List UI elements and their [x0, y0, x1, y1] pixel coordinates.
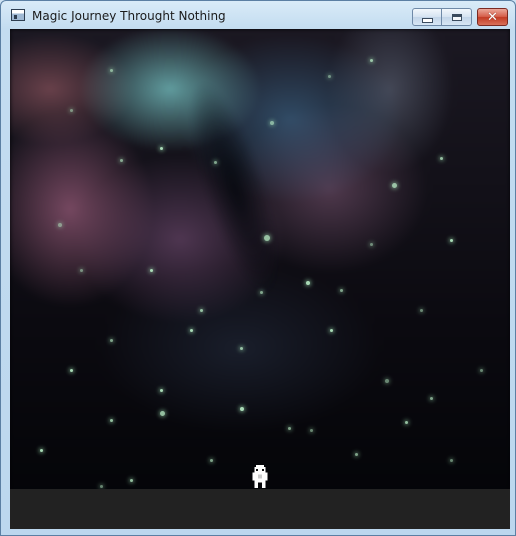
maximize-icon	[451, 13, 462, 21]
star	[288, 427, 291, 430]
star	[370, 59, 373, 62]
minimize-icon	[421, 17, 433, 23]
star	[355, 453, 358, 456]
star	[310, 429, 313, 432]
star	[328, 75, 331, 78]
star	[210, 459, 213, 462]
star	[385, 379, 389, 383]
close-button[interactable]: ✕	[477, 8, 508, 26]
star	[270, 121, 274, 125]
game-viewport[interactable]	[10, 29, 510, 529]
star	[110, 339, 113, 342]
star	[190, 329, 193, 332]
star	[480, 369, 483, 372]
star	[240, 407, 244, 411]
star	[160, 389, 163, 392]
star	[110, 69, 113, 72]
star	[260, 291, 263, 294]
star	[430, 397, 433, 400]
star	[340, 289, 343, 292]
maximize-button[interactable]	[442, 8, 472, 26]
star	[40, 449, 43, 452]
star	[440, 157, 443, 160]
star	[240, 347, 243, 350]
star	[120, 159, 123, 162]
star	[214, 161, 217, 164]
star	[58, 223, 62, 227]
robot-icon	[252, 465, 268, 488]
close-icon: ✕	[487, 9, 498, 25]
star	[392, 183, 397, 188]
window-title: Magic Journey Throught Nothing	[32, 9, 226, 23]
star	[200, 309, 203, 312]
star	[110, 419, 113, 422]
starfield	[10, 29, 510, 529]
title-bar[interactable]: Magic Journey Throught Nothing ✕	[1, 1, 515, 30]
game-window: Magic Journey Throught Nothing ✕	[0, 0, 516, 536]
star	[330, 329, 333, 332]
star	[420, 309, 423, 312]
star	[306, 281, 310, 285]
star	[100, 485, 103, 488]
star	[130, 479, 133, 482]
app-window-icon[interactable]	[11, 9, 25, 21]
star	[70, 369, 73, 372]
star	[160, 147, 163, 150]
star	[150, 269, 153, 272]
ground-platform	[10, 489, 510, 529]
star	[405, 421, 408, 424]
star	[450, 239, 453, 242]
star	[264, 235, 270, 241]
star	[160, 411, 165, 416]
star	[450, 459, 453, 462]
star	[70, 109, 73, 112]
star	[80, 269, 83, 272]
star	[370, 243, 373, 246]
minimize-button[interactable]	[412, 8, 442, 26]
